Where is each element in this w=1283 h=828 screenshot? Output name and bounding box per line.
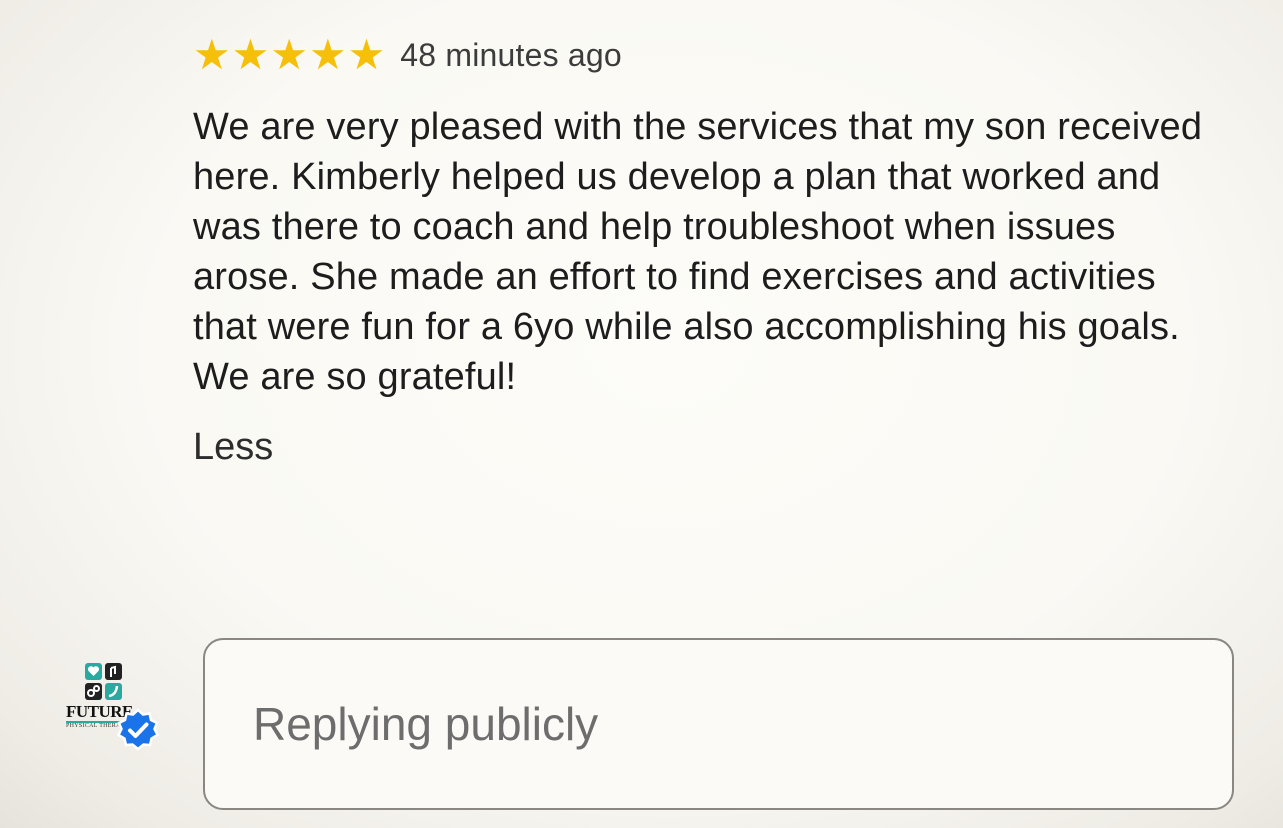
show-less-link[interactable]: Less bbox=[193, 426, 273, 469]
star-icon: ★ bbox=[270, 31, 308, 78]
review-timestamp: 48 minutes ago bbox=[400, 36, 622, 73]
verified-badge-icon bbox=[116, 708, 160, 751]
business-logo-icon bbox=[85, 663, 122, 700]
star-icon: ★ bbox=[231, 31, 270, 78]
star-icon: ★ bbox=[193, 31, 231, 78]
rating-row: ★ ★ ★ ★ ★ 48 minutes ago bbox=[193, 30, 1233, 80]
star-rating: ★ ★ ★ ★ ★ bbox=[193, 34, 386, 76]
star-icon: ★ bbox=[347, 31, 386, 78]
review-card: ★ ★ ★ ★ ★ 48 minutes ago We are very ple… bbox=[193, 30, 1233, 469]
reply-input[interactable] bbox=[203, 638, 1234, 810]
owner-avatar: FUTURE PHYSICAL THERAPY bbox=[64, 662, 160, 752]
star-icon: ★ bbox=[308, 31, 347, 78]
review-text: We are very pleased with the services th… bbox=[193, 106, 1203, 398]
